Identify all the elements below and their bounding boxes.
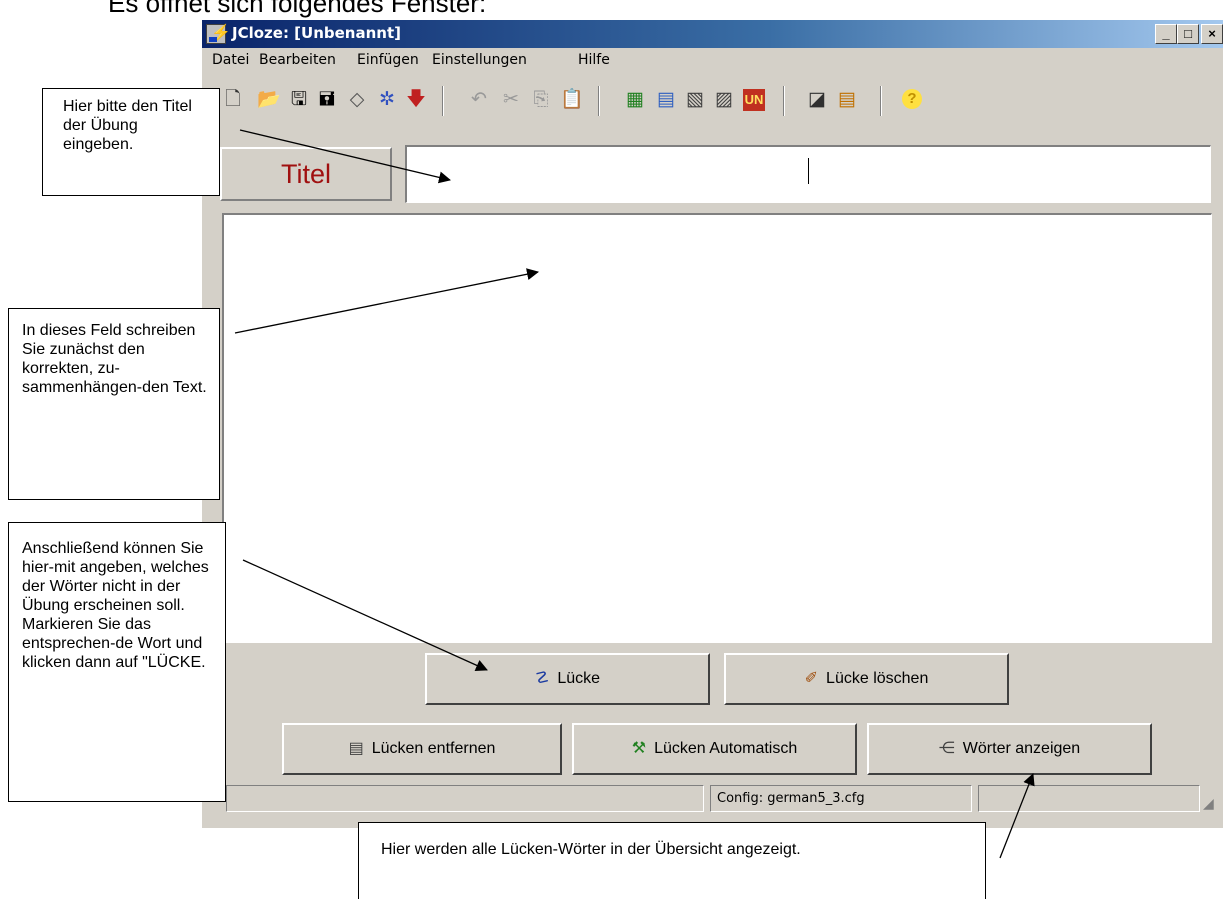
arrows-overlay bbox=[234, 129, 1035, 859]
arrow-text bbox=[234, 268, 539, 334]
arrow-words bbox=[999, 773, 1035, 859]
arrow-title bbox=[239, 129, 451, 184]
arrow-gap bbox=[242, 559, 488, 671]
